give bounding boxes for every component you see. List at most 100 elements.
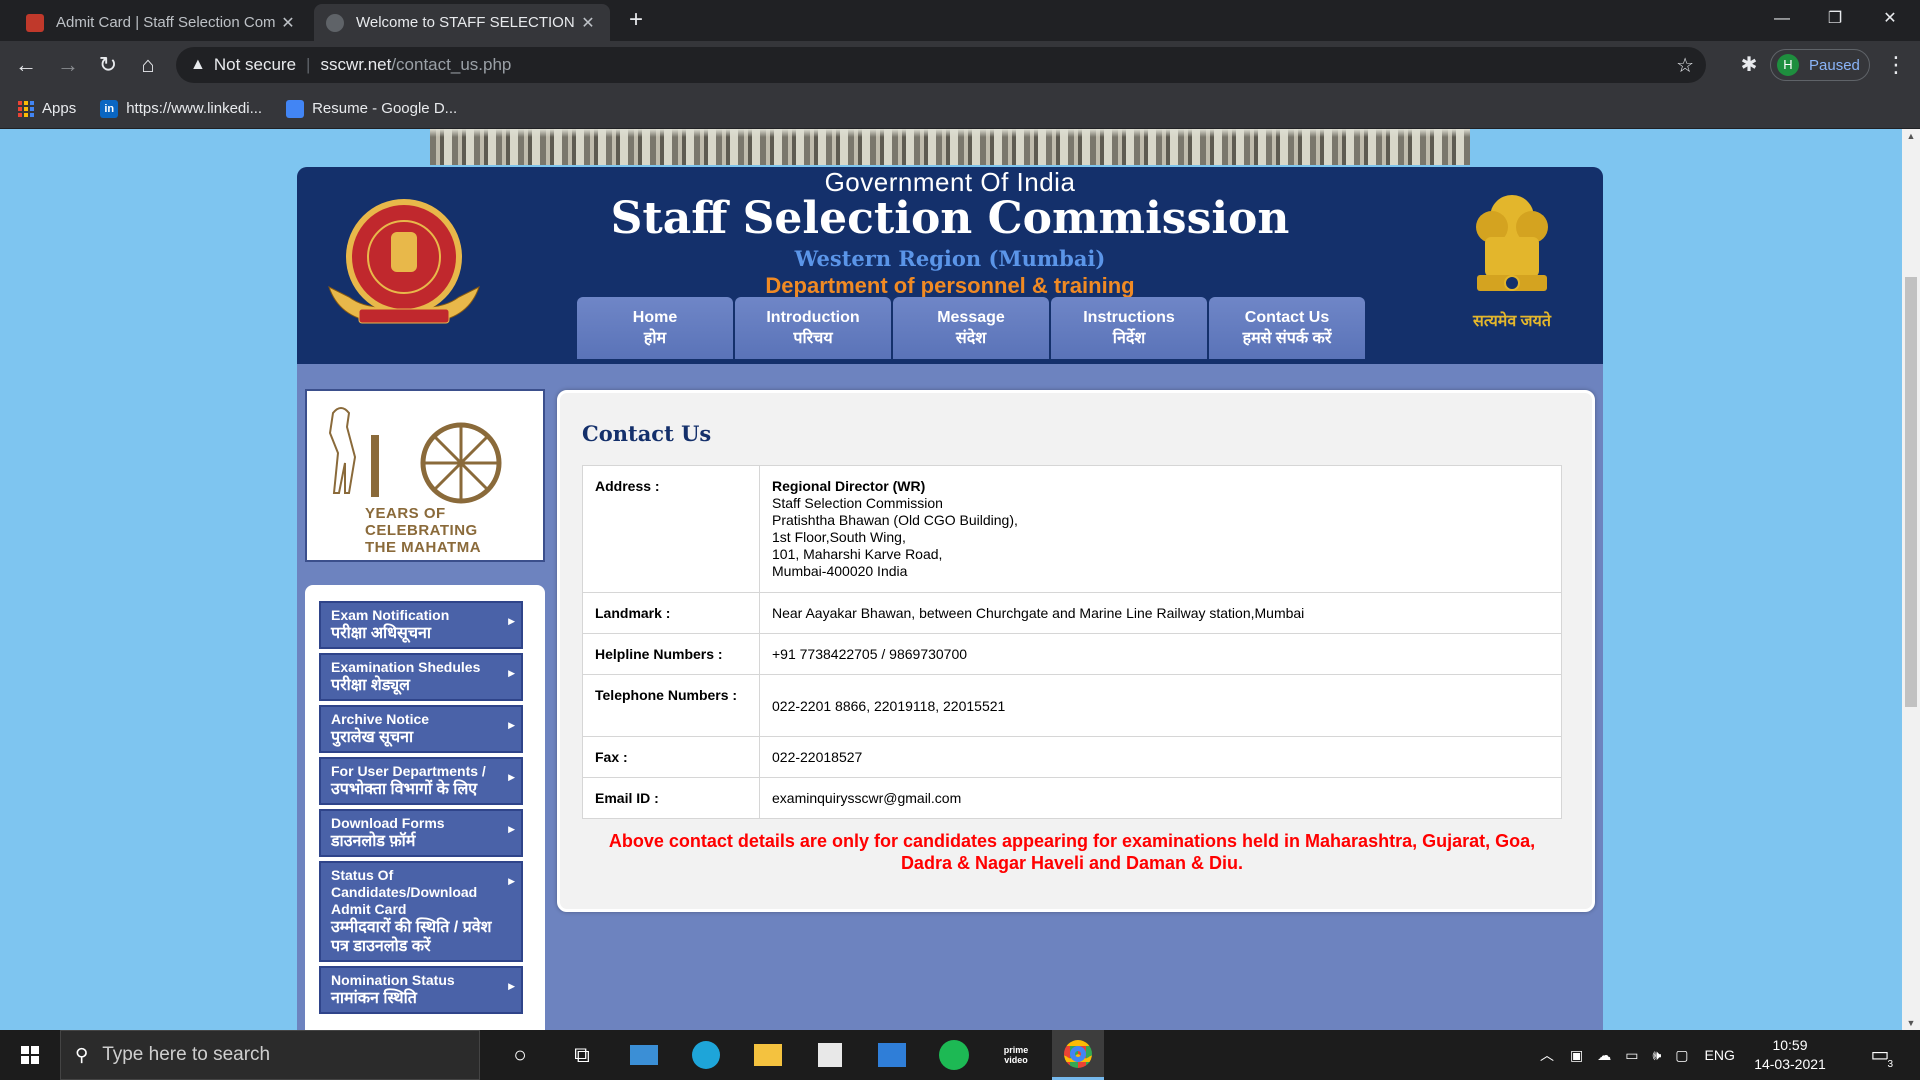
nav-label-hi: परिचय <box>793 330 833 347</box>
nav-instructions[interactable]: Instructions निर्देश <box>1051 297 1207 359</box>
nav-introduction[interactable]: Introduction परिचय <box>735 297 891 359</box>
nav-message[interactable]: Message संदेश <box>893 297 1049 359</box>
address-label: Address : <box>582 465 760 593</box>
building-banner-image <box>430 129 1470 165</box>
tab-welcome[interactable]: Welcome to STAFF SELECTION CO ✕ <box>314 4 610 41</box>
arrow-right-icon: ▶ <box>508 981 515 991</box>
new-tab-button[interactable]: + <box>622 6 650 34</box>
reload-icon[interactable]: ↻ <box>92 49 124 81</box>
bookmark-apps[interactable]: Apps <box>18 100 76 117</box>
gandhi-caption: YEARS OF CELEBRATING THE MAHATMA <box>365 505 481 556</box>
arrow-right-icon: ▶ <box>508 772 515 782</box>
sidebar-item-exam-notification[interactable]: Exam Notification परीक्षा अधिसूचना ▶ <box>319 601 523 649</box>
sidebar-item-status-admit-card[interactable]: Status Of Candidates/Download Admit Card… <box>319 861 523 962</box>
store-icon[interactable] <box>804 1030 856 1080</box>
profile-button[interactable]: H Paused <box>1770 49 1870 81</box>
spotify-icon[interactable] <box>928 1030 980 1080</box>
notification-count: 3 <box>1887 1059 1893 1070</box>
scroll-down-icon[interactable]: ▼ <box>1902 1018 1920 1028</box>
tab-close-icon[interactable]: ✕ <box>578 13 598 33</box>
table-row: Email ID : examinquirysscwr@gmail.com <box>582 777 1562 819</box>
page-scrollbar[interactable]: ▲ ▼ <box>1902 129 1920 1030</box>
sidebar-item-nomination-status[interactable]: Nomination Status नामांकन स्थिति ▶ <box>319 966 523 1014</box>
onedrive-icon[interactable]: ☁ <box>1597 1047 1611 1064</box>
sidebar-item-examination-schedules[interactable]: Examination Shedules परीक्षा शेड्यूल ▶ <box>319 653 523 701</box>
bookmark-resume[interactable]: Resume - Google D... <box>286 99 457 118</box>
chevron-up-icon[interactable]: ︿ <box>1540 1045 1554 1065</box>
battery-icon[interactable]: ▭ <box>1625 1047 1638 1064</box>
sidebar-item-label-hi: परीक्षा शेड्यूल <box>331 677 410 694</box>
cortana-icon[interactable]: ○ <box>494 1030 546 1080</box>
address-line: 101, Maharshi Karve Road, <box>772 546 943 562</box>
prime-video-icon[interactable]: prime video <box>990 1030 1042 1080</box>
scrollbar-thumb[interactable] <box>1905 277 1917 707</box>
sidebar-item-user-departments[interactable]: For User Departments / उपभोक्ता विभागों … <box>319 757 523 805</box>
sidebar-item-download-forms[interactable]: Download Forms डाउनलोड फ़ॉर्म ▶ <box>319 809 523 857</box>
contact-notice: Above contact details are only for candi… <box>608 831 1536 873</box>
nav-label-en: Home <box>632 309 678 326</box>
home-icon[interactable]: ⌂ <box>132 49 164 81</box>
sidebar-item-label-hi: डाउनलोड फ़ॉर्म <box>331 833 416 850</box>
site-header: Government Of India Staff Selection Comm… <box>297 167 1603 364</box>
ashoka-emblem: सत्यमेव जयते <box>1457 187 1567 337</box>
header-title: Staff Selection Commission <box>610 193 1290 244</box>
bookmark-linkedin[interactable]: in https://www.linkedi... <box>100 99 263 118</box>
chrome-icon[interactable] <box>1052 1030 1104 1080</box>
forward-icon[interactable]: → <box>52 49 84 81</box>
meet-now-icon[interactable]: ▣ <box>1570 1047 1583 1064</box>
url-bar[interactable]: ▲ Not secure | sscwr.net/contact_us.php … <box>176 47 1706 83</box>
address-line: Mumbai-400020 India <box>772 563 908 579</box>
arrow-right-icon: ▶ <box>508 824 515 834</box>
warning-icon[interactable]: ▲ <box>190 56 206 74</box>
url-path: /contact_us.php <box>391 55 512 74</box>
network-icon[interactable]: ▢ <box>1675 1047 1688 1064</box>
gandhi-line2: CELEBRATING <box>365 522 478 539</box>
bookmarks-bar: Apps in https://www.linkedi... Resume - … <box>0 89 1920 129</box>
edge-icon[interactable] <box>680 1030 732 1080</box>
telephone-value: 022-2201 8866, 22019118, 22015521 <box>759 674 1562 737</box>
language-indicator[interactable]: ENG <box>1705 1047 1735 1063</box>
minimize-button[interactable]: — <box>1752 0 1812 41</box>
tab-admit-card[interactable]: Admit Card | Staff Selection Com ✕ <box>14 4 310 41</box>
arrow-right-icon: ▶ <box>508 876 515 886</box>
sidebar-item-label-hi: उपभोक्ता विभागों के लिए <box>331 781 478 798</box>
file-explorer-icon[interactable] <box>742 1030 794 1080</box>
task-view-icon[interactable]: ⧉ <box>556 1030 608 1080</box>
security-label[interactable]: Not secure <box>214 55 296 75</box>
photos-icon[interactable] <box>866 1030 918 1080</box>
linkedin-icon: in <box>100 99 119 118</box>
taskbar-clock[interactable]: 10:59 14-03-2021 <box>1750 1036 1830 1074</box>
landmark-label: Landmark : <box>582 592 760 634</box>
action-center-icon[interactable]: ▭ 3 <box>1865 1042 1895 1070</box>
close-window-button[interactable]: ✕ <box>1860 0 1920 41</box>
taskbar-search-input[interactable]: ⚲ Type here to search <box>60 1030 480 1080</box>
extensions-puzzle-icon[interactable]: ✱ <box>1733 49 1765 81</box>
mail-icon[interactable] <box>618 1030 670 1080</box>
table-row: Fax : 022-22018527 <box>582 736 1562 778</box>
gandhi-line1: YEARS OF <box>365 505 446 522</box>
browser-menu-icon[interactable]: ⋮ <box>1880 49 1912 81</box>
profile-status: Paused <box>1809 56 1860 74</box>
volume-icon[interactable]: 🕪 <box>1652 1047 1661 1064</box>
gandhi-150-banner[interactable]: 150 YEARS OF CELEBRATING THE MAHATMA <box>305 389 545 562</box>
back-icon[interactable]: ← <box>10 49 42 81</box>
tab-close-icon[interactable]: ✕ <box>278 13 298 33</box>
google-docs-icon <box>286 99 305 118</box>
start-button[interactable] <box>0 1030 60 1080</box>
tab-title: Admit Card | Staff Selection Com <box>56 14 276 31</box>
scroll-up-icon[interactable]: ▲ <box>1902 131 1920 141</box>
sidebar-item-archive-notice[interactable]: Archive Notice पुरालेख सूचना ▶ <box>319 705 523 753</box>
restore-button[interactable]: ❐ <box>1805 0 1865 41</box>
sidebar-item-label-hi: पुरालेख सूचना <box>331 729 414 746</box>
nav-home[interactable]: Home होम <box>577 297 733 359</box>
sidebar-item-label-hi: नामांकन स्थिति <box>331 990 417 1007</box>
address-value: Regional Director (WR) Staff Selection C… <box>759 465 1562 593</box>
bookmark-label: https://www.linkedi... <box>126 100 263 117</box>
bookmark-star-icon[interactable]: ☆ <box>1676 53 1694 78</box>
nav-label-hi: निर्देश <box>1112 330 1146 347</box>
sidebar-item-label: For User Departments / <box>331 763 486 779</box>
nav-label-en: Message <box>937 309 1005 326</box>
nav-contact-us[interactable]: Contact Us हमसे संपर्क करें <box>1209 297 1365 359</box>
windows-logo-icon <box>21 1046 39 1064</box>
clock-date: 14-03-2021 <box>1754 1056 1826 1072</box>
